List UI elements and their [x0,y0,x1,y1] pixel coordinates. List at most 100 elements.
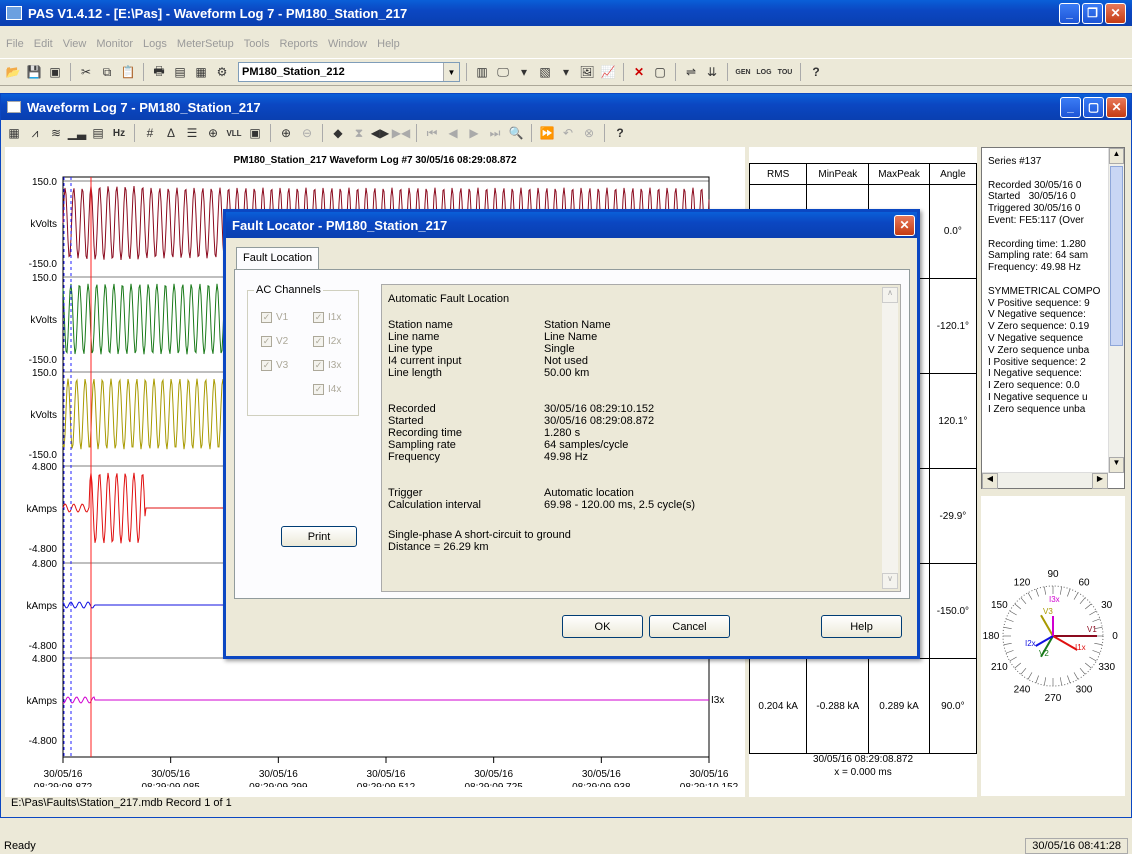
delta-icon[interactable]: Δ [162,124,180,142]
child-close-button[interactable]: ✕ [1106,96,1127,118]
preview-icon[interactable]: ▤ [171,63,189,81]
vll-icon[interactable]: VLL [225,124,243,142]
options-icon[interactable]: ▣ [246,124,264,142]
paste-icon[interactable]: 📋 [119,63,137,81]
menu-item[interactable]: View [63,38,87,52]
multichart-icon[interactable]: ≋ [47,124,65,142]
menu-item[interactable]: Logs [143,38,167,52]
frequency-icon[interactable]: Hz [110,124,128,142]
help-button[interactable]: Help [821,615,902,638]
tou-icon[interactable]: TOU [776,63,794,81]
harmonics-icon[interactable]: ▤ [89,124,107,142]
info-vscrollbar[interactable]: ▲ ▼ [1108,148,1124,473]
copy-icon[interactable]: ⧉ [98,63,116,81]
clear-icon[interactable]: ▢ [651,63,669,81]
help-icon[interactable]: ? [807,63,825,81]
restore-button[interactable]: ❐ [1082,2,1103,24]
channel-checkbox[interactable]: ✓ I1x [313,312,341,323]
dialog-close-button[interactable]: ✕ [894,214,915,236]
scroll-left-icon[interactable]: ◀ [982,473,998,489]
picture-icon[interactable]: 🖼 [578,63,596,81]
chevron-down-icon[interactable]: ▼ [443,63,459,81]
prev-record-icon[interactable]: ◀ [444,124,462,142]
menu-item[interactable]: Tools [244,38,270,52]
ok-button[interactable]: OK [562,615,643,638]
save-all-icon[interactable]: ▣ [46,63,64,81]
download-icon[interactable]: ⇌ [682,63,700,81]
report-icon[interactable]: ▧ [536,63,554,81]
menu-item[interactable]: Window [328,38,367,52]
hourglass-icon[interactable]: ⧗ [350,124,368,142]
channel-checkbox[interactable]: ✓ I3x [313,360,341,371]
overlap-icon[interactable]: ⩘ [26,124,44,142]
scroll-down-icon[interactable]: ▼ [1109,457,1124,473]
open-icon[interactable]: 📂 [4,63,22,81]
channel-checkbox[interactable]: ✓ V1 [261,312,288,323]
vertical-zoom-icon[interactable]: ◆ [329,124,347,142]
phasor-tick [1059,586,1062,595]
table-icon[interactable]: ▦ [5,124,23,142]
scroll-up-icon[interactable]: ∧ [882,287,898,303]
stop-icon[interactable]: ⊗ [580,124,598,142]
spectrum-icon[interactable]: ▁▃ [68,124,86,142]
print-icon[interactable]: 🖶 [150,63,168,81]
menu-item[interactable]: MeterSetup [177,38,234,52]
log-icon[interactable]: LOG [755,63,773,81]
dropdown-icon[interactable]: ▾ [557,63,575,81]
properties-icon[interactable]: ▦ [192,63,210,81]
menu-item[interactable]: File [6,38,24,52]
zoom-in-icon[interactable]: ⊕ [277,124,295,142]
upload-icon[interactable]: ⇊ [703,63,721,81]
first-record-icon[interactable]: ⏮ [423,124,441,142]
report-vscrollbar[interactable]: ∧ ∨ [882,287,898,589]
markers-icon[interactable]: # [141,124,159,142]
cut-icon[interactable]: ✂ [77,63,95,81]
info-hscrollbar[interactable]: ◀ ▶ [982,472,1108,489]
graph-icon[interactable]: 📈 [599,63,617,81]
fit-icon[interactable]: ▶◀ [392,124,410,142]
forward-icon[interactable]: ⏩ [538,124,556,142]
minimize-button[interactable]: _ [1059,2,1080,24]
channels-icon[interactable]: ☰ [183,124,201,142]
help-icon[interactable]: ? [611,124,629,142]
checkmark-icon: ✓ [313,312,324,323]
table-cell: -0.288 kA [806,658,870,754]
tab-fault-location[interactable]: Fault Location [236,247,320,269]
undo-icon[interactable]: ↶ [559,124,577,142]
channel-checkbox[interactable]: ✓ V2 [261,336,288,347]
scroll-thumb[interactable] [1110,166,1123,346]
gen-icon[interactable]: GEN [734,63,752,81]
scroll-right-icon[interactable]: ▶ [1092,473,1108,489]
dropdown-icon[interactable]: ▾ [515,63,533,81]
network-icon[interactable]: ⚙ [213,63,231,81]
child-minimize-button[interactable]: _ [1060,96,1081,118]
channel-checkbox[interactable]: ✓ I2x [313,336,341,347]
y-axis-bottom-label: -150.0 [29,450,58,461]
phasor-icon[interactable]: ⊕ [204,124,222,142]
menu-item[interactable]: Reports [279,38,318,52]
print-button[interactable]: Print [281,526,357,547]
monitor-icon[interactable]: 🖵 [494,63,512,81]
close-button[interactable]: ✕ [1105,2,1126,24]
channel-checkbox[interactable]: ✓ V3 [261,360,288,371]
delete-icon[interactable]: ✕ [630,63,648,81]
menu-item[interactable]: Edit [34,38,53,52]
horizontal-zoom-icon[interactable]: ◀▶ [371,124,389,142]
find-icon[interactable]: 🔍 [507,124,525,142]
grid-icon[interactable]: ▥ [473,63,491,81]
cancel-button[interactable]: Cancel [649,615,730,638]
last-record-icon[interactable]: ⏭ [486,124,504,142]
phasor-tick [1089,656,1097,662]
phasor-tick [1014,603,1022,610]
save-icon[interactable]: 💾 [25,63,43,81]
device-select[interactable]: PM180_Station_212 ▼ [238,62,460,82]
menu-item[interactable]: Monitor [96,38,133,52]
scroll-down-icon[interactable]: ∨ [882,573,898,589]
menu-item[interactable]: Help [377,38,400,52]
x-time-label: 08:29:09.725 [464,782,523,787]
scroll-up-icon[interactable]: ▲ [1109,148,1124,164]
channel-checkbox[interactable]: ✓ I4x [313,384,341,395]
child-restore-button[interactable]: ▢ [1083,96,1104,118]
next-record-icon[interactable]: ▶ [465,124,483,142]
zoom-out-icon[interactable]: ⊖ [298,124,316,142]
